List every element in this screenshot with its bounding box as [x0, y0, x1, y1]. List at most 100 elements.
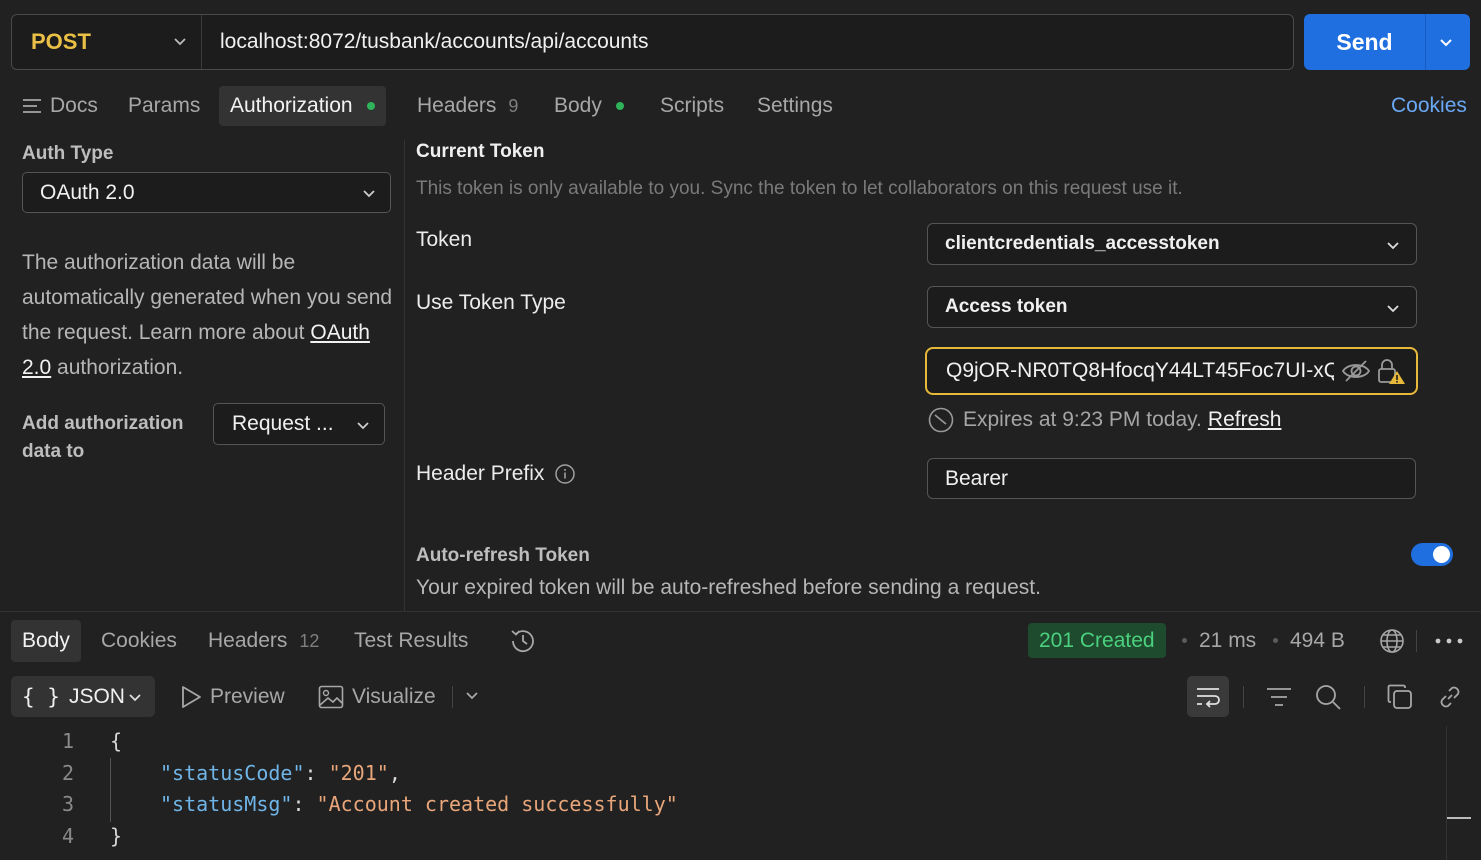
url-input[interactable]: localhost:8072/tusbank/accounts/api/acco…	[220, 15, 648, 69]
toolbar-separator	[1243, 686, 1244, 708]
tab-settings-label: Settings	[757, 94, 833, 117]
token-label: Token	[416, 228, 473, 251]
response-tab-test-results[interactable]: Test Results	[354, 620, 468, 662]
auth-type-value: OAuth 2.0	[40, 180, 135, 204]
send-button-group: Send	[1304, 14, 1470, 70]
auth-type-select[interactable]: OAuth 2.0	[22, 172, 391, 213]
search-icon[interactable]	[1314, 683, 1342, 711]
tab-docs[interactable]: Docs	[22, 86, 98, 126]
auto-refresh-title: Auto-refresh Token	[416, 545, 590, 566]
tab-settings[interactable]: Settings	[757, 86, 833, 126]
json-key: "statusMsg"	[160, 792, 293, 816]
response-tab-body-label: Body	[22, 629, 70, 652]
info-icon[interactable]	[554, 463, 576, 485]
separator-dot	[1182, 638, 1187, 643]
response-tab-headers-label: Headers	[208, 629, 288, 652]
json-value: "Account created successfully"	[316, 792, 678, 816]
json-open-brace: {	[110, 729, 123, 753]
tab-headers[interactable]: Headers 9	[417, 86, 518, 126]
code-line: }	[110, 824, 122, 848]
wrap-lines-icon	[1197, 687, 1220, 708]
line-number: 1	[61, 729, 74, 753]
auth-description-tail: authorization.	[51, 356, 184, 379]
access-token-input[interactable]: Q9jOR-NR0TQ8HfocqY44LT45Foc7UI-xQ	[925, 347, 1418, 395]
add-auth-to-select[interactable]: Request ...	[213, 403, 385, 445]
json-key: "statusCode"	[160, 761, 305, 785]
separator-dot	[1273, 638, 1278, 643]
tab-headers-label: Headers	[417, 94, 497, 117]
chevron-down-icon	[363, 190, 375, 198]
header-prefix-row: Header Prefix	[416, 462, 576, 486]
method-label: POST	[31, 29, 91, 54]
history-icon[interactable]	[508, 626, 538, 656]
scrollbar-thumb[interactable]	[1447, 817, 1471, 819]
response-time: 21 ms	[1199, 628, 1257, 652]
format-select[interactable]: { } JSON	[11, 676, 155, 717]
refresh-link[interactable]: Refresh	[1208, 408, 1282, 432]
response-tab-body[interactable]: Body	[11, 620, 81, 662]
token-select-value: clientcredentials_accesstoken	[945, 233, 1220, 254]
tab-authorization[interactable]: Authorization	[219, 86, 386, 126]
json-close-brace: }	[110, 824, 123, 848]
line-number: 4	[61, 824, 74, 848]
copy-icon[interactable]	[1387, 684, 1413, 710]
filter-icon[interactable]	[1266, 686, 1292, 708]
token-type-select[interactable]: Access token	[927, 286, 1417, 328]
visualize-button[interactable]: Visualize	[318, 676, 436, 717]
headers-count: 9	[508, 95, 519, 116]
active-indicator-dot	[615, 102, 624, 110]
image-icon	[318, 685, 344, 708]
response-size: 494 B	[1290, 628, 1345, 652]
expires-text: Expires at 9:23 PM today.	[963, 408, 1202, 431]
response-tab-cookies[interactable]: Cookies	[101, 620, 177, 662]
preview-button[interactable]: Preview	[180, 676, 285, 717]
line-number: 2	[61, 761, 74, 785]
tab-authorization-label: Authorization	[230, 94, 353, 117]
toolbar-separator	[1364, 686, 1365, 708]
auto-refresh-toggle[interactable]	[1411, 543, 1453, 566]
access-token-value: Q9jOR-NR0TQ8HfocqY44LT45Foc7UI-xQ	[946, 359, 1334, 382]
chevron-down-icon[interactable]	[1438, 34, 1454, 50]
tab-docs-label: Docs	[50, 94, 98, 117]
response-headers-count: 12	[299, 630, 320, 651]
line-number: 3	[61, 792, 74, 816]
docs-icon	[23, 99, 41, 113]
format-label: JSON	[68, 684, 125, 708]
send-button[interactable]: Send	[1304, 14, 1426, 70]
preview-label: Preview	[210, 684, 285, 708]
toolbar-separator	[1416, 630, 1417, 652]
tab-scripts[interactable]: Scripts	[660, 86, 724, 126]
response-tab-headers[interactable]: Headers 12	[208, 620, 319, 662]
eye-off-icon[interactable]	[1341, 358, 1371, 384]
indent-guide	[110, 758, 111, 822]
code-line: "statusMsg": "Account created successful…	[160, 792, 678, 816]
auth-description: The authorization data will be automatic…	[22, 245, 394, 385]
token-expiry: Expires at 9:23 PM today. Refresh	[927, 405, 1281, 435]
tab-body[interactable]: Body	[554, 86, 624, 126]
chevron-down-icon	[357, 422, 369, 430]
link-icon[interactable]	[1436, 683, 1464, 711]
lock-warning-icon[interactable]	[1376, 357, 1406, 385]
chevron-down-icon	[1387, 305, 1399, 313]
json-value: "201"	[328, 761, 389, 785]
auto-refresh-description: Your expired token will be auto-refreshe…	[416, 576, 1041, 599]
cookies-link[interactable]: Cookies	[1391, 86, 1467, 126]
header-prefix-input[interactable]: Bearer	[927, 458, 1416, 499]
method-select[interactable]: POST	[12, 15, 202, 69]
scrollbar-track[interactable]	[1446, 726, 1447, 860]
braces-icon: { }	[22, 684, 60, 709]
header-prefix-label: Header Prefix	[416, 462, 545, 485]
chevron-down-icon	[1387, 242, 1399, 250]
globe-icon[interactable]	[1378, 627, 1406, 655]
auth-type-label: Auth Type	[22, 143, 114, 164]
current-token-subtitle: This token is only available to you. Syn…	[416, 178, 1183, 199]
tab-params[interactable]: Params	[128, 86, 200, 126]
play-icon	[182, 685, 201, 708]
wrap-lines-button[interactable]	[1187, 676, 1229, 717]
chevron-down-icon	[174, 38, 186, 46]
add-auth-to-label: Add authorization data to	[22, 413, 184, 462]
tab-body-label: Body	[554, 94, 602, 117]
token-select[interactable]: clientcredentials_accesstoken	[927, 223, 1417, 265]
chevron-down-icon[interactable]	[465, 689, 479, 703]
more-options-icon[interactable]	[1434, 634, 1464, 648]
